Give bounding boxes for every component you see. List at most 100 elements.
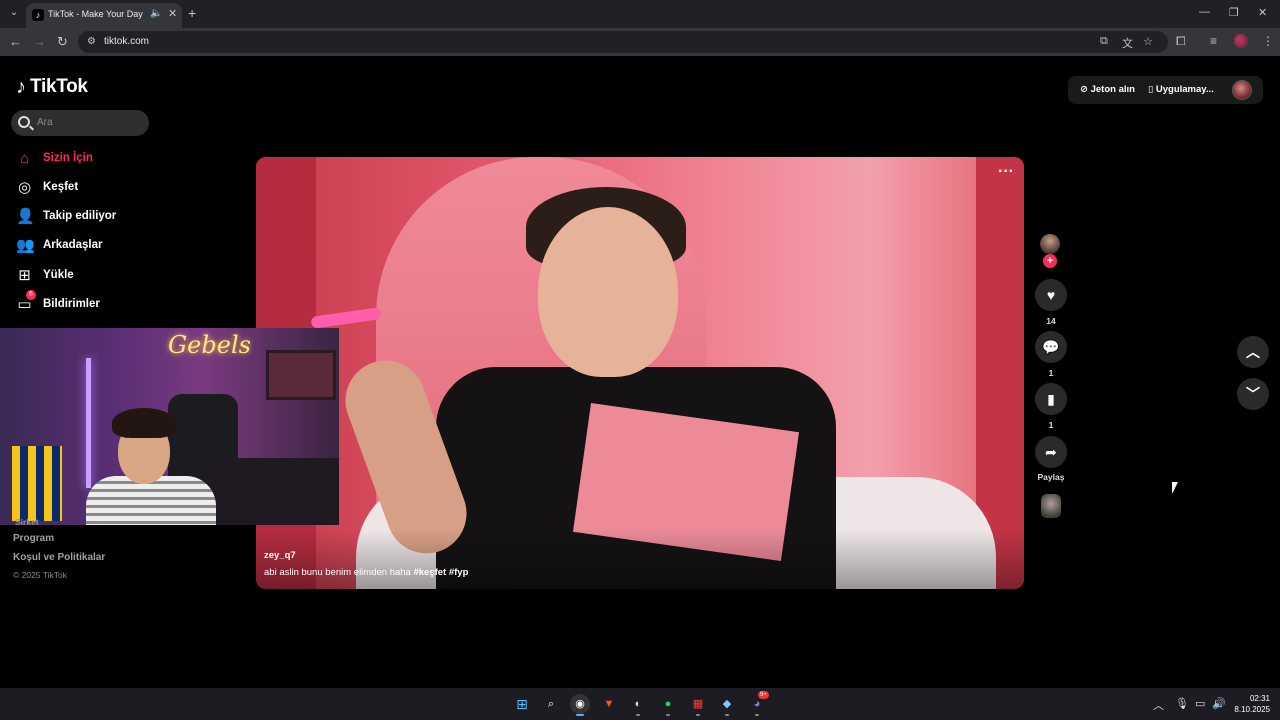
- wall-frame: [266, 350, 336, 400]
- save-count: 1: [1048, 420, 1054, 430]
- video-username[interactable]: zey_q7: [264, 550, 296, 561]
- minimize-icon[interactable]: —: [1199, 6, 1210, 18]
- tiktok-logo[interactable]: ♪ TikTok: [16, 76, 88, 98]
- site-info-icon[interactable]: ⚙: [87, 36, 99, 48]
- network-icon[interactable]: ▭: [1195, 697, 1205, 710]
- next-video-button[interactable]: ﹀: [1237, 378, 1269, 410]
- clock-time: 02:31: [1249, 694, 1270, 703]
- media-control-icon[interactable]: ≡: [1210, 34, 1217, 48]
- calendar-app-icon[interactable]: ▦: [688, 694, 708, 714]
- neon-sign: Gebels: [168, 331, 251, 359]
- creator-avatar[interactable]: [1040, 234, 1060, 254]
- nav-explore[interactable]: ◎ Keşfet: [16, 177, 78, 197]
- audio-icon[interactable]: 🔈: [150, 8, 162, 19]
- spotify-icon[interactable]: ●: [658, 694, 678, 714]
- share-button[interactable]: ➦: [1035, 436, 1067, 468]
- nav-label: Keşfet: [43, 181, 79, 193]
- share-label: Paylaş: [1037, 472, 1065, 482]
- copyright: © 2025 TikTok: [13, 570, 67, 580]
- footer-terms-link[interactable]: Koşul ve Politikalar: [13, 552, 105, 563]
- nav-friends[interactable]: 👥 Arkadaşlar: [16, 235, 102, 255]
- nav-label: Bildirimler: [43, 298, 100, 310]
- get-app-button[interactable]: ▯ Uygulamay...: [1148, 84, 1214, 95]
- nav-label: Sizin İçin: [43, 152, 93, 164]
- heart-icon: ♥: [1046, 287, 1056, 303]
- obs-icon[interactable]: ◐: [628, 694, 648, 714]
- windows-taskbar: ⊞ ⌕ ◉ ▼ ◐ ● ▦ ◆ ◕ 9+ ︿ 🎙 ▭ 🔊 02:31 8.10.…: [0, 688, 1280, 720]
- nav-upload[interactable]: ⊞ Yükle: [16, 265, 73, 285]
- bookmark-icon: ▮: [1047, 391, 1055, 407]
- video-caption: abi aslin bunu benim elimden haha #keşfe…: [264, 567, 468, 578]
- windows-start-icon[interactable]: ⊞: [512, 694, 532, 714]
- game-launcher-icon[interactable]: ◆: [717, 694, 737, 714]
- user-avatar[interactable]: [1232, 80, 1252, 100]
- get-app-label: Uygulamay...: [1155, 84, 1214, 95]
- follow-button[interactable]: +: [1043, 254, 1057, 268]
- jersey: [12, 446, 62, 521]
- video-player[interactable]: ··· zey_q7 abi aslin bunu benim elimden …: [256, 157, 1024, 589]
- hashtag[interactable]: #keşfet: [413, 567, 446, 578]
- tab-search-icon[interactable]: ⌄: [6, 5, 22, 21]
- desk: [210, 458, 339, 525]
- get-coins-label: Jeton alın: [1090, 84, 1135, 95]
- chrome-icon[interactable]: ◉: [570, 694, 590, 714]
- tray-chevron-icon[interactable]: ︿: [1153, 697, 1164, 713]
- running-indicator: [696, 714, 700, 716]
- inbox-icon: ▭ 6: [16, 289, 36, 313]
- save-button[interactable]: ▮: [1035, 383, 1067, 415]
- address-bar[interactable]: ⚙ tiktok.com ⧉ 文 ☆: [78, 31, 1168, 53]
- browser-toolbar: ← → ↻ ⚙ tiktok.com ⧉ 文 ☆ ⧠ ≡ ⋮: [0, 28, 1280, 56]
- extensions-icon[interactable]: ⧠: [1176, 34, 1186, 49]
- mouse-cursor: [1172, 482, 1178, 494]
- more-options-icon[interactable]: ···: [998, 163, 1014, 181]
- menu-icon[interactable]: ⋮: [1262, 34, 1274, 48]
- logo-text: TikTok: [30, 76, 88, 97]
- like-button[interactable]: ♥: [1035, 279, 1067, 311]
- maximize-icon[interactable]: ❐: [1229, 6, 1239, 19]
- comment-button[interactable]: 💬: [1035, 331, 1067, 363]
- browser-tab[interactable]: ♪ TikTok - Make Your Day 🔈 ✕: [26, 3, 182, 28]
- tiktok-page: ♪ TikTok Ara ⌂ Sizin İçin ◎ Keşfet 👤 Tak…: [0, 56, 1280, 688]
- running-indicator: [725, 714, 729, 716]
- url-text[interactable]: tiktok.com: [104, 36, 149, 47]
- previous-video-button[interactable]: ︿: [1237, 336, 1269, 368]
- compass-icon: ◎: [17, 178, 32, 196]
- neon-tube: [86, 358, 91, 488]
- brave-icon[interactable]: ▼: [599, 694, 619, 714]
- footer-program-link[interactable]: Program: [13, 533, 54, 544]
- comment-icon: 💬: [1042, 339, 1060, 355]
- window-close-icon[interactable]: ✕: [1258, 6, 1267, 19]
- streamer-hair: [112, 408, 176, 438]
- hashtag[interactable]: #fyp: [449, 567, 469, 578]
- tab-title: TikTok - Make Your Day: [48, 9, 143, 19]
- nav-for-you[interactable]: ⌂ Sizin İçin: [16, 148, 93, 168]
- volume-icon[interactable]: 🔊: [1212, 697, 1226, 710]
- forward-icon[interactable]: →: [33, 34, 46, 50]
- get-coins-button[interactable]: ⊘ Jeton alın: [1080, 84, 1135, 95]
- streamer-shirt: [86, 476, 216, 525]
- chevron-up-icon: ︿: [1246, 344, 1260, 360]
- translate-icon[interactable]: 文: [1122, 35, 1133, 51]
- nav-notifications[interactable]: ▭ 6 Bildirimler: [16, 289, 100, 314]
- reload-icon[interactable]: ↻: [57, 34, 68, 50]
- footer-company-link[interactable]: Şirket: [15, 517, 39, 525]
- install-app-icon[interactable]: ⧉: [1100, 35, 1108, 48]
- nav-following[interactable]: 👤 Takip ediliyor: [16, 206, 116, 226]
- system-clock[interactable]: 02:31 8.10.2025: [1226, 693, 1270, 715]
- tiktok-favicon-icon: ♪: [32, 9, 44, 21]
- upload-icon: ⊞: [18, 266, 31, 284]
- microphone-icon[interactable]: 🎙: [1175, 697, 1189, 710]
- search-input[interactable]: Ara: [11, 110, 149, 136]
- back-icon[interactable]: ←: [9, 34, 22, 50]
- profile-avatar[interactable]: [1234, 34, 1248, 48]
- music-disc[interactable]: [1041, 494, 1061, 518]
- search-icon: [18, 116, 30, 128]
- star-icon[interactable]: ☆: [1143, 35, 1153, 48]
- search-icon[interactable]: ⌕: [541, 694, 561, 714]
- new-tab-button[interactable]: +: [188, 5, 196, 21]
- comment-count: 1: [1048, 368, 1054, 378]
- running-indicator: [755, 714, 759, 716]
- close-icon[interactable]: ✕: [168, 7, 177, 20]
- share-icon: ➦: [1045, 444, 1057, 460]
- caption-text: abi aslin bunu benim elimden haha: [264, 567, 414, 578]
